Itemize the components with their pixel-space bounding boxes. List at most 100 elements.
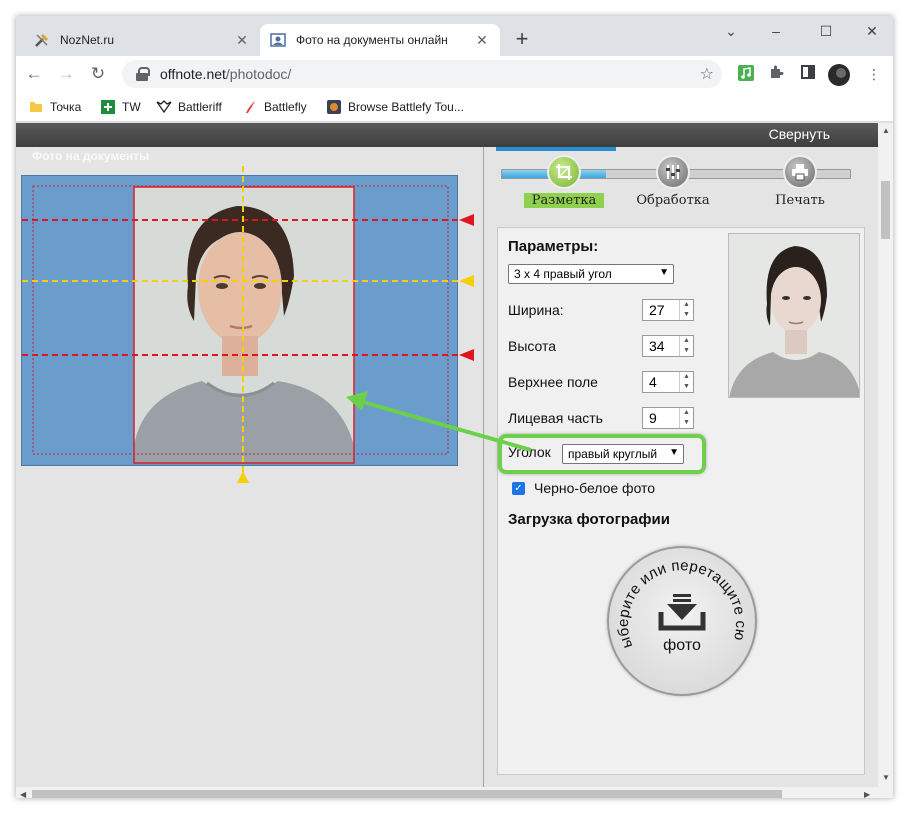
step-processing[interactable]: Обработка xyxy=(628,155,718,208)
download-tray-icon xyxy=(658,594,706,631)
editor-pane: Фото на документы xyxy=(16,147,483,787)
bookmark-item[interactable]: TW xyxy=(100,98,141,116)
step-print[interactable]: Печать xyxy=(760,155,840,208)
height-value: 34 xyxy=(649,338,665,354)
parameters-title: Параметры: xyxy=(508,238,599,255)
extensions-puzzle-icon[interactable] xyxy=(766,64,786,84)
chin-guide-handle xyxy=(459,349,474,361)
url-host: offnote.net xyxy=(160,66,226,82)
new-tab-icon[interactable]: + xyxy=(510,28,534,52)
spin-arrows-icon[interactable]: ▲ ▼ xyxy=(679,336,693,356)
corner-select[interactable]: правый круглый ▼ xyxy=(562,444,684,464)
eye-guide-handle xyxy=(459,275,474,287)
lock-icon xyxy=(136,67,150,81)
step-label: Обработка xyxy=(636,193,710,208)
upload-title: Загрузка фотографии xyxy=(508,511,670,528)
folder-icon xyxy=(28,99,44,115)
upload-dropzone[interactable]: Выберите или перетащите сюда фото xyxy=(607,546,757,696)
forward-icon[interactable]: → xyxy=(54,62,78,86)
settings-pane: Разметка Обработка Печать Параметры: 3 х… xyxy=(484,147,878,787)
back-icon[interactable]: ← xyxy=(22,62,46,86)
scroll-down-icon[interactable]: ▼ xyxy=(882,773,890,782)
corner-label: Уголок xyxy=(508,444,551,460)
window-close-icon[interactable]: ✕ xyxy=(852,20,892,42)
battleriff-icon xyxy=(156,99,172,115)
tab-noznet[interactable]: NozNet.ru ✕ xyxy=(24,24,260,56)
face-part-stepper[interactable]: 9 ▲ ▼ xyxy=(642,407,694,429)
step-label: Печать xyxy=(775,193,825,208)
tab-photodoc[interactable]: Фото на документы онлайн ✕ xyxy=(260,24,500,56)
bookmark-label: TW xyxy=(122,100,141,114)
width-stepper[interactable]: 27 ▲ ▼ xyxy=(642,299,694,321)
tab-title: Фото на документы онлайн xyxy=(296,33,448,47)
bw-label: Черно-белое фото xyxy=(534,480,656,496)
corner-select-value: правый круглый xyxy=(568,447,658,461)
chevron-down-icon: ▼ xyxy=(669,447,679,458)
minimize-icon[interactable]: – xyxy=(756,20,796,42)
url-path: /photodoc/ xyxy=(225,66,292,82)
bookmark-star-icon[interactable]: ☆ xyxy=(700,64,714,84)
tab-title: NozNet.ru xyxy=(60,33,115,47)
photo-canvas[interactable] xyxy=(21,166,474,483)
tw-icon xyxy=(100,99,116,115)
spin-arrows-icon[interactable]: ▲ ▼ xyxy=(679,408,693,428)
side-panel-icon[interactable] xyxy=(798,64,818,84)
bookmark-item[interactable]: Точка xyxy=(28,98,81,116)
tab-search-icon[interactable]: ⌄ xyxy=(711,20,751,42)
tab-strip: NozNet.ru ✕ Фото на документы онлайн ✕ +… xyxy=(16,16,893,56)
bookmark-label: Battlefly xyxy=(264,100,307,114)
scrollbar-thumb[interactable] xyxy=(32,790,782,798)
spin-arrows-icon[interactable]: ▲ ▼ xyxy=(679,372,693,392)
printer-icon xyxy=(783,155,817,189)
upload-arc-text: Выберите или перетащите сюда xyxy=(607,546,749,650)
chevron-down-icon: ▼ xyxy=(659,267,669,278)
tools-icon xyxy=(34,32,50,48)
parameters-panel: Параметры: 3 х 4 правый угол ▼ Ширина: 2… xyxy=(497,227,865,775)
horizontal-scrollbar[interactable]: ◀ ▶ xyxy=(16,787,893,798)
upload-center-text: фото xyxy=(663,637,701,654)
format-select-value: 3 х 4 правый угол xyxy=(514,267,612,281)
vertical-scrollbar[interactable]: ▲ ▼ xyxy=(878,123,893,787)
bookmarks-bar: Точка TW Battleriff Battlefly Browse Bat… xyxy=(16,92,893,122)
top-bar: Свернуть xyxy=(16,123,878,147)
bw-photo-option[interactable]: ✓ Черно-белое фото xyxy=(512,480,655,496)
profile-avatar-icon[interactable] xyxy=(828,64,850,86)
scroll-left-icon[interactable]: ◀ xyxy=(20,790,26,798)
scroll-right-icon[interactable]: ▶ xyxy=(864,790,870,798)
face-part-label: Лицевая часть xyxy=(508,410,603,426)
battlefly-icon xyxy=(242,99,258,115)
top-margin-label: Верхнее поле xyxy=(508,374,598,390)
scroll-up-icon[interactable]: ▲ xyxy=(882,126,890,135)
browser-window: NozNet.ru ✕ Фото на документы онлайн ✕ +… xyxy=(16,16,893,798)
toolbar: ← → ↻ offnote.net/photodoc/ ☆ ⋮ xyxy=(16,56,893,92)
step-label: Разметка xyxy=(524,193,604,208)
step-markup[interactable]: Разметка xyxy=(524,155,604,208)
address-bar[interactable]: offnote.net/photodoc/ ☆ xyxy=(122,60,722,88)
center-guide-handle xyxy=(237,471,249,483)
bookmark-item[interactable]: Battlefly xyxy=(242,98,307,116)
page-title: Фото на документы xyxy=(32,149,150,163)
bookmark-label: Battleriff xyxy=(178,100,222,114)
bw-checkbox[interactable]: ✓ xyxy=(512,481,525,495)
width-value: 27 xyxy=(649,302,665,318)
reload-icon[interactable]: ↻ xyxy=(86,62,110,86)
svg-text:Выберите или перетащите сюда: Выберите или перетащите сюда xyxy=(607,546,749,650)
tab-close-icon[interactable]: ✕ xyxy=(474,32,490,48)
music-extension-icon[interactable] xyxy=(736,64,756,84)
tab-close-icon[interactable]: ✕ xyxy=(234,32,250,48)
bookmark-item[interactable]: Browse Battlefy Tou... xyxy=(326,98,464,116)
scrollbar-thumb[interactable] xyxy=(881,181,890,239)
spin-arrows-icon[interactable]: ▲ ▼ xyxy=(679,300,693,320)
top-margin-value: 4 xyxy=(649,374,657,390)
photo-preview xyxy=(728,233,860,398)
collapse-button[interactable]: Свернуть xyxy=(769,126,830,142)
crop-icon xyxy=(547,155,581,189)
active-tab-indicator xyxy=(496,147,616,151)
top-margin-stepper[interactable]: 4 ▲ ▼ xyxy=(642,371,694,393)
maximize-icon[interactable]: ☐ xyxy=(806,20,846,42)
height-stepper[interactable]: 34 ▲ ▼ xyxy=(642,335,694,357)
format-select[interactable]: 3 х 4 правый угол ▼ xyxy=(508,264,674,284)
bookmark-item[interactable]: Battleriff xyxy=(156,98,222,116)
corner-highlight-box: Уголок правый круглый ▼ xyxy=(498,434,706,474)
menu-kebab-icon[interactable]: ⋮ xyxy=(864,64,884,84)
